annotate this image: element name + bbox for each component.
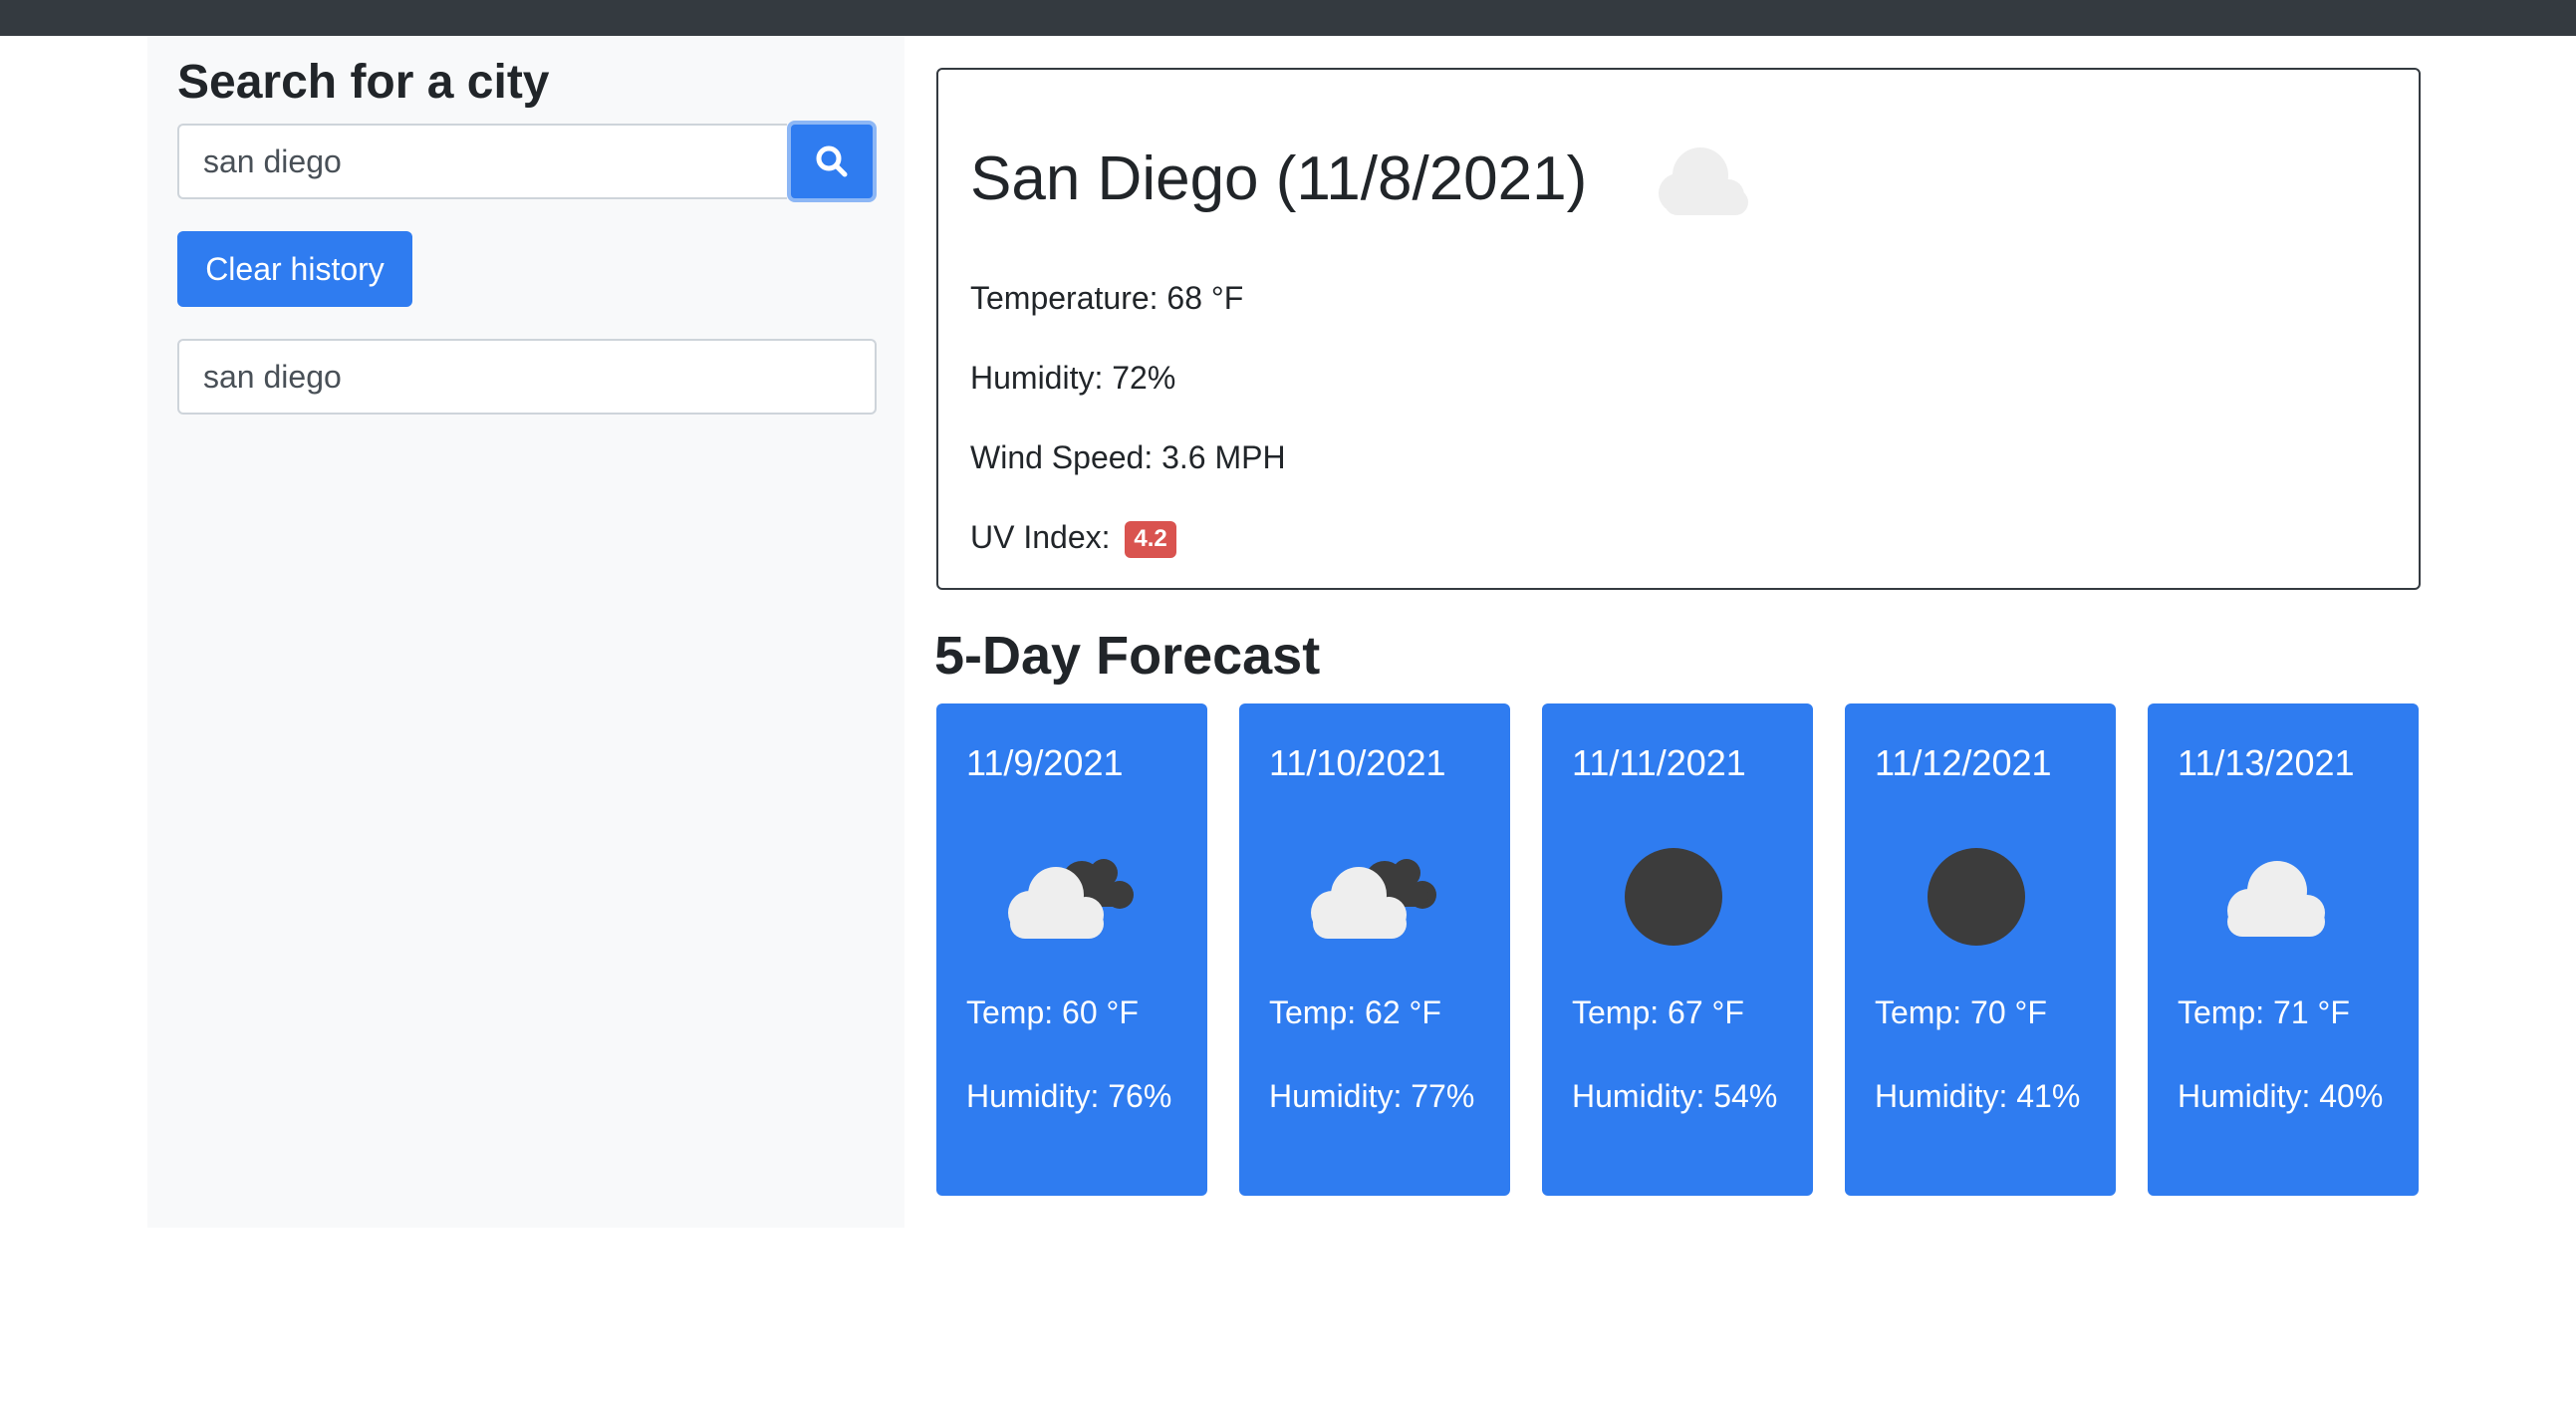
forecast-humidity: Humidity: 40% bbox=[2178, 1078, 2384, 1114]
forecast-temp: Temp: 71 °F bbox=[2178, 994, 2350, 1030]
forecast-humidity: Humidity: 77% bbox=[1269, 1078, 1475, 1114]
search-icon bbox=[816, 145, 848, 177]
clouds-icon bbox=[1659, 147, 1749, 215]
history-item-san-diego[interactable]: san diego bbox=[177, 339, 877, 415]
forecast-date: 11/9/2021 bbox=[966, 742, 1124, 783]
forecast-title: 5-Day Forecast bbox=[934, 626, 1321, 686]
forecast-row: 11/9/2021 Temp: 60 °F Humidity: 76% 11/1… bbox=[936, 703, 2421, 1196]
broken-clouds-icon bbox=[1008, 859, 1134, 939]
top-navbar bbox=[0, 0, 2576, 36]
current-temperature: Temperature: 68 °F bbox=[970, 280, 1244, 316]
current-city-heading: San Diego (11/8/2021) bbox=[970, 143, 1588, 213]
clear-night-icon bbox=[1928, 848, 2025, 946]
current-uv-index: UV Index: 4.2 bbox=[970, 518, 1176, 558]
forecast-temp: Temp: 67 °F bbox=[1572, 994, 1744, 1030]
forecast-temp: Temp: 60 °F bbox=[966, 994, 1139, 1030]
current-wind-speed: Wind Speed: 3.6 MPH bbox=[970, 439, 1286, 475]
clear-history-button[interactable]: Clear history bbox=[177, 231, 412, 307]
forecast-date: 11/12/2021 bbox=[1875, 742, 2052, 783]
forecast-card: 11/10/2021 Temp: 62 °F Humidity: 77% bbox=[1239, 703, 1510, 1196]
forecast-date: 11/10/2021 bbox=[1269, 742, 1446, 783]
forecast-card: 11/12/2021 Temp: 70 °F Humidity: 41% bbox=[1845, 703, 2116, 1196]
forecast-humidity: Humidity: 54% bbox=[1572, 1078, 1778, 1114]
clouds-icon bbox=[2227, 861, 2325, 937]
uv-index-badge: 4.2 bbox=[1125, 521, 1176, 558]
search-sidebar: Search for a city Clear history san dieg… bbox=[147, 36, 904, 1228]
forecast-card: 11/13/2021 Temp: 71 °F Humidity: 40% bbox=[2148, 703, 2419, 1196]
clear-night-icon bbox=[1625, 848, 1722, 946]
forecast-temp: Temp: 62 °F bbox=[1269, 994, 1441, 1030]
forecast-humidity: Humidity: 41% bbox=[1875, 1078, 2081, 1114]
forecast-date: 11/11/2021 bbox=[1572, 742, 1746, 783]
forecast-card: 11/11/2021 Temp: 67 °F Humidity: 54% bbox=[1542, 703, 1813, 1196]
current-header: San Diego (11/8/2021) bbox=[970, 130, 1764, 229]
forecast-card: 11/9/2021 Temp: 60 °F Humidity: 76% bbox=[936, 703, 1207, 1196]
current-weather-card: San Diego (11/8/2021) Temperature: 68 °F… bbox=[936, 68, 2421, 590]
broken-clouds-icon bbox=[1311, 859, 1436, 939]
search-group bbox=[177, 121, 877, 202]
search-title: Search for a city bbox=[177, 56, 550, 109]
search-button[interactable] bbox=[787, 121, 877, 202]
uv-index-label: UV Index: bbox=[970, 519, 1111, 555]
city-search-input[interactable] bbox=[177, 124, 787, 199]
forecast-date: 11/13/2021 bbox=[2178, 742, 2355, 783]
current-humidity: Humidity: 72% bbox=[970, 360, 1176, 396]
forecast-humidity: Humidity: 76% bbox=[966, 1078, 1172, 1114]
forecast-temp: Temp: 70 °F bbox=[1875, 994, 2047, 1030]
